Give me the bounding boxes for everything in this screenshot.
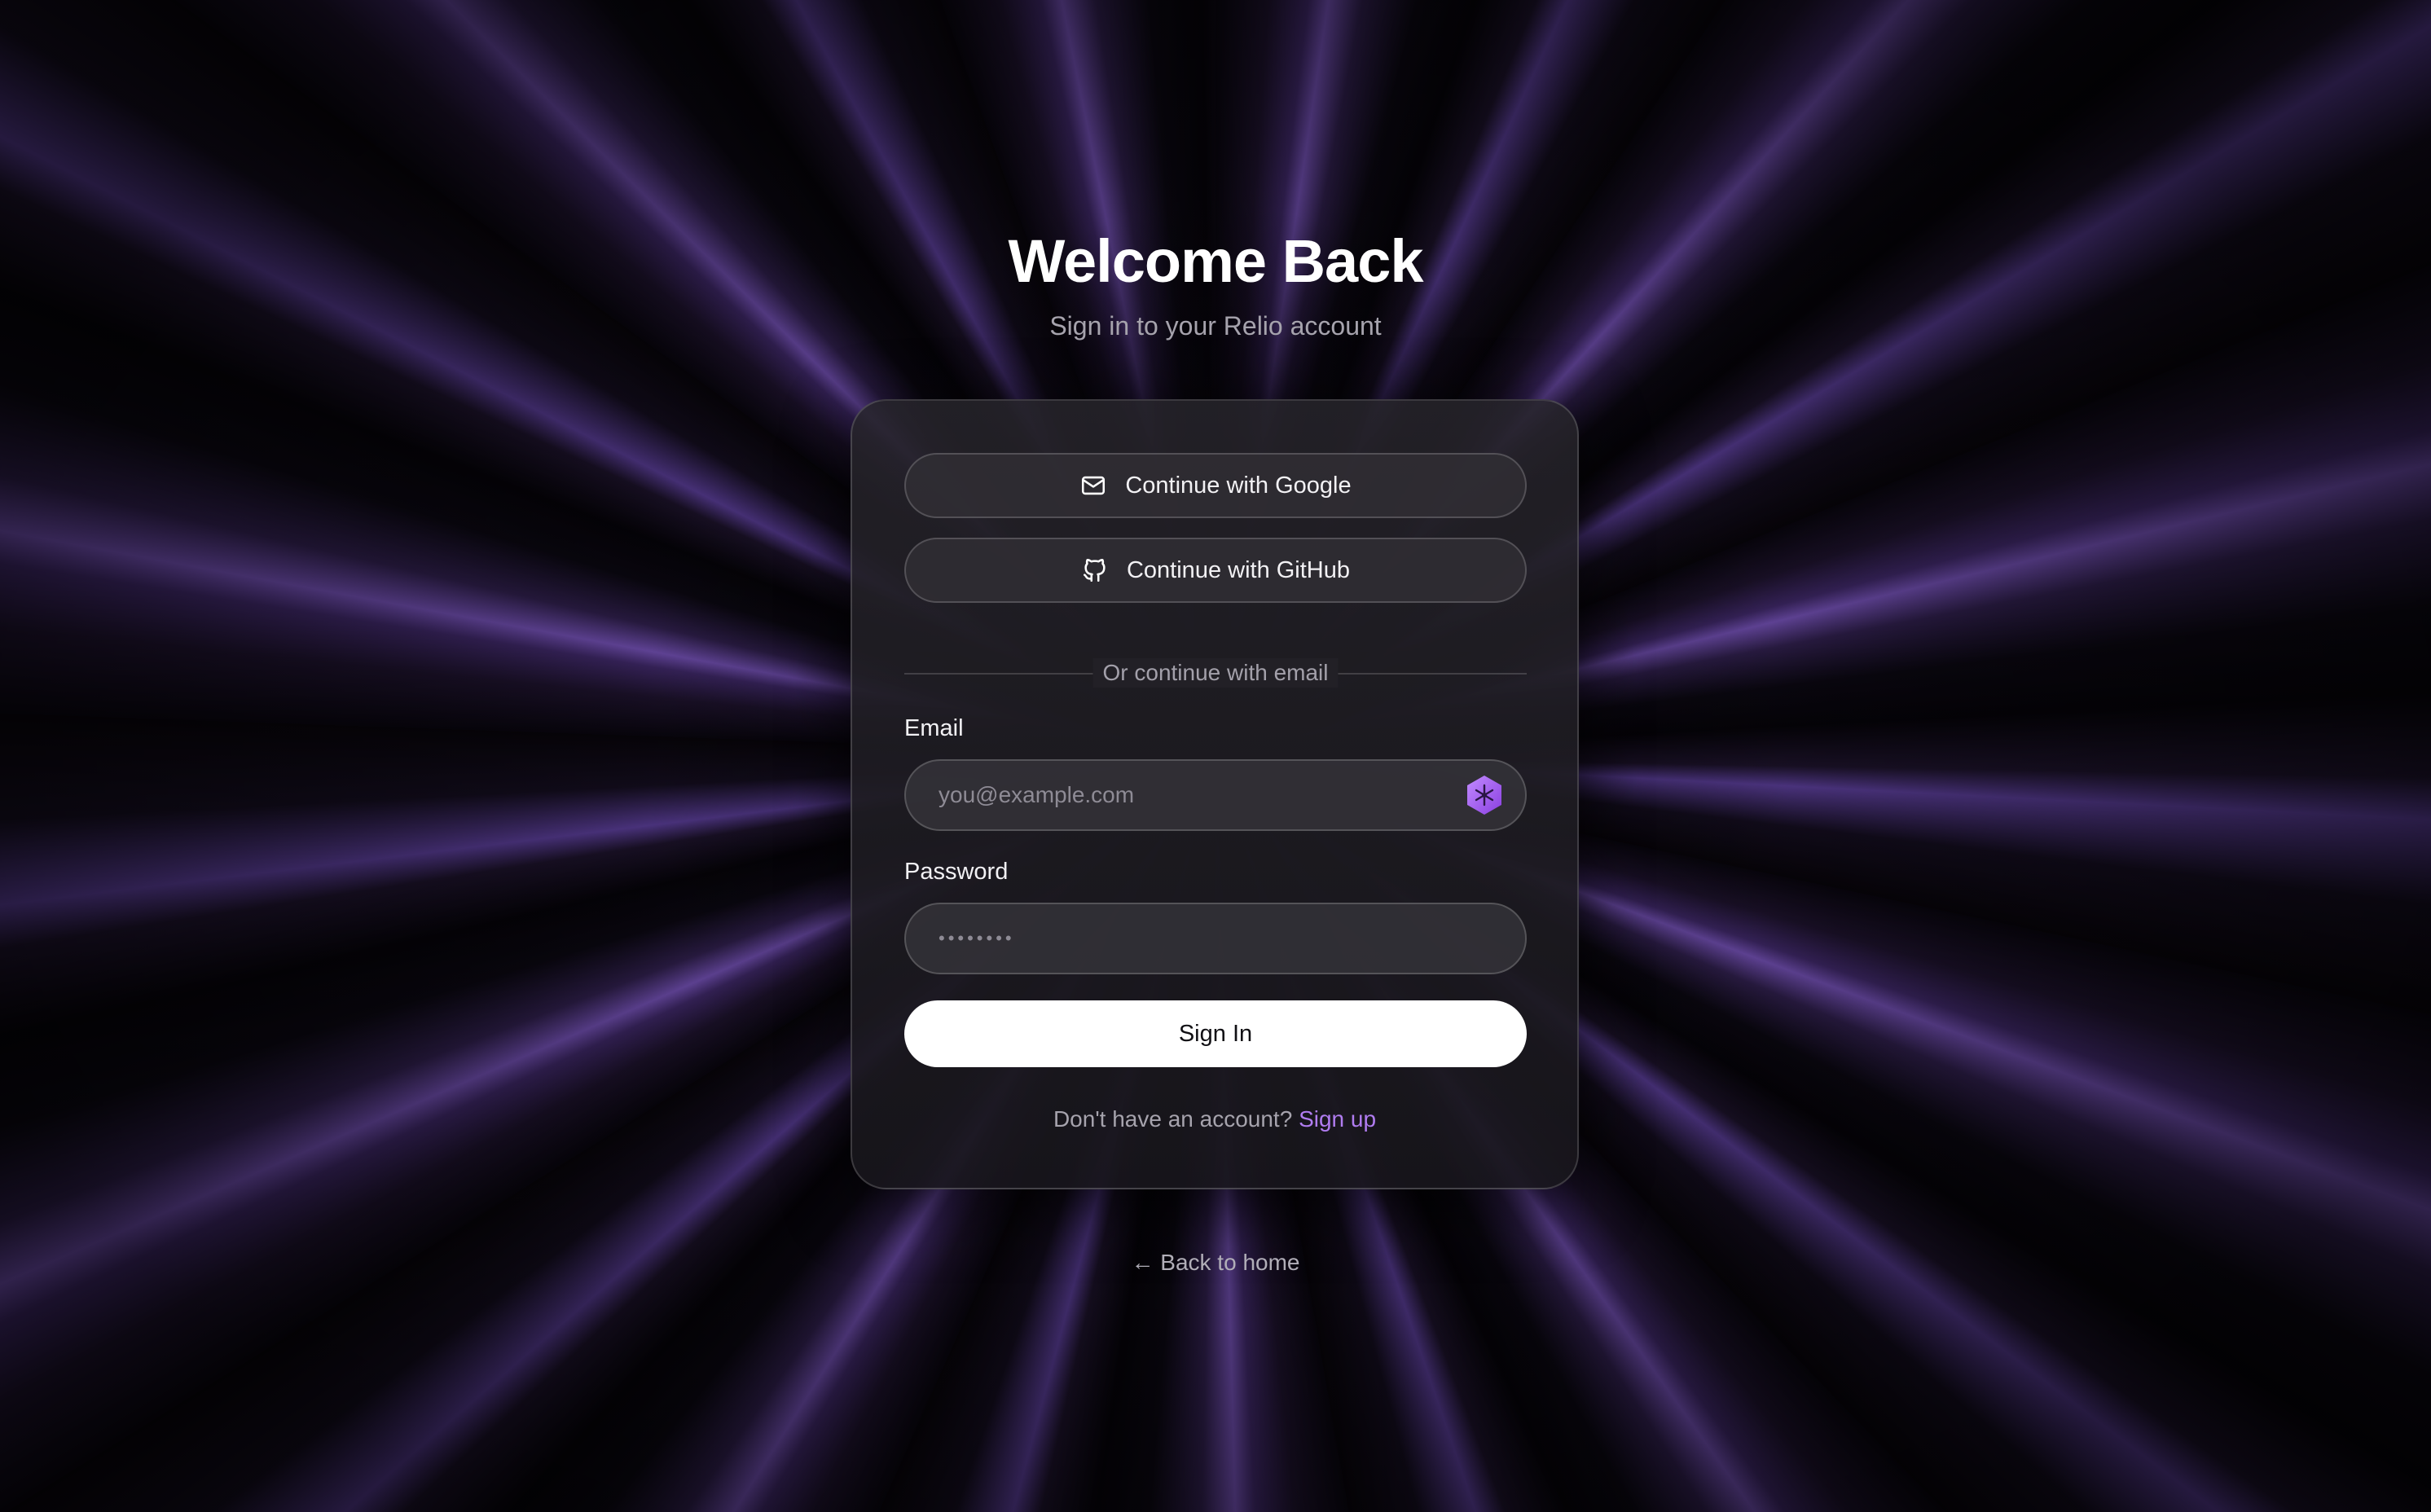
signup-prompt: Don't have an account? — [1053, 1106, 1293, 1132]
email-placeholder: you@example.com — [939, 782, 1135, 807]
password-value: •••••••• — [939, 928, 1015, 948]
sign-up-link[interactable]: Sign up — [1299, 1106, 1376, 1132]
page-subtitle: Sign in to your Relio account — [1049, 311, 1382, 341]
continue-with-google-button[interactable]: Continue with Google — [904, 453, 1527, 518]
github-icon — [1081, 556, 1109, 584]
github-button-label: Continue with GitHub — [1126, 556, 1351, 583]
signup-prompt-row: Don't have an account? Sign up — [852, 1106, 1577, 1132]
page-title: Welcome Back — [1008, 227, 1424, 295]
continue-with-github-button[interactable]: Continue with GitHub — [904, 538, 1527, 603]
back-to-home-link[interactable]: ← Back to home — [0, 1250, 2431, 1276]
password-manager-icon[interactable] — [1462, 772, 1507, 818]
page-background: Welcome Back Sign in to your Relio accou… — [0, 0, 2431, 1512]
google-button-label: Continue with Google — [1125, 472, 1352, 499]
password-field[interactable]: •••••••• — [904, 903, 1527, 974]
email-divider: Or continue with email — [904, 658, 1527, 688]
login-card: Continue with Google Continue with GitHu… — [851, 399, 1579, 1189]
password-label: Password — [904, 859, 1009, 885]
email-label: Email — [904, 715, 964, 741]
mail-icon — [1079, 472, 1107, 499]
divider-text: Or continue with email — [1092, 658, 1339, 688]
sign-in-button[interactable]: Sign In — [904, 1000, 1527, 1067]
email-field[interactable]: you@example.com — [904, 759, 1527, 831]
